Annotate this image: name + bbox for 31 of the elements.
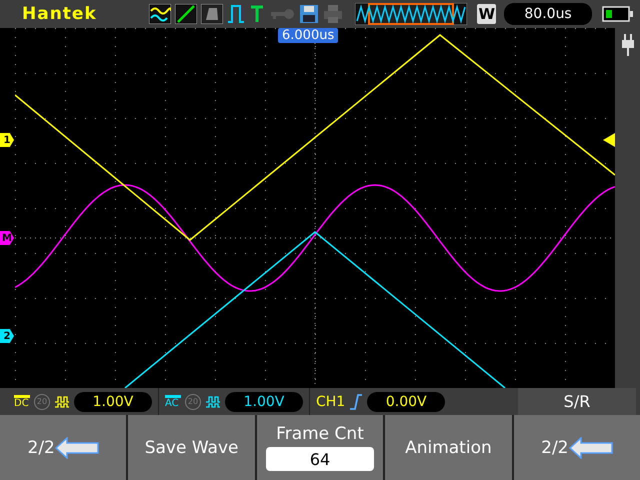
coupling-label: AC <box>165 394 181 408</box>
channel-waves-icon[interactable] <box>149 4 172 24</box>
coupling-label: DC <box>14 394 30 408</box>
battery-icon <box>602 6 634 22</box>
menu-button[interactable]: Save Wave <box>128 415 255 480</box>
menu-title: S/R <box>518 388 636 415</box>
printer-icon <box>323 4 344 24</box>
trigger-position-label: 6.000us <box>278 28 338 43</box>
volts-per-div-readout: 1.00V <box>225 392 303 412</box>
arrow-left-icon <box>568 436 612 458</box>
page-button[interactable]: 2/2 <box>514 415 640 480</box>
power-plug-icon <box>620 34 634 56</box>
volts-per-div-readout: 1.00V <box>74 392 152 412</box>
timebase-readout: 80.0us <box>504 3 592 25</box>
menu-button[interactable]: Animation <box>385 415 512 480</box>
save-icon[interactable] <box>299 4 320 24</box>
trigger-source-label: CH1 <box>316 394 346 410</box>
brand-logo: Hantek <box>21 4 98 24</box>
page-button[interactable]: 2/2 <box>0 415 126 480</box>
bandwidth-limit-label: 20 <box>185 394 201 410</box>
trigger-level-readout: 0.00V <box>367 392 446 412</box>
trigger-icon[interactable] <box>249 4 266 24</box>
xy-mode-icon[interactable] <box>175 4 198 24</box>
zoom-window-label[interactable]: W <box>477 4 496 24</box>
bandwidth-limit-label: 20 <box>34 394 50 410</box>
pulse-icon[interactable] <box>227 4 246 24</box>
frame-count-button[interactable]: Frame Cnt 64 <box>256 415 384 480</box>
rising-edge-icon <box>349 394 364 410</box>
memory-window-icon <box>355 3 468 25</box>
frame-count-value: 64 <box>266 447 374 471</box>
arrow-left-icon <box>54 436 99 458</box>
